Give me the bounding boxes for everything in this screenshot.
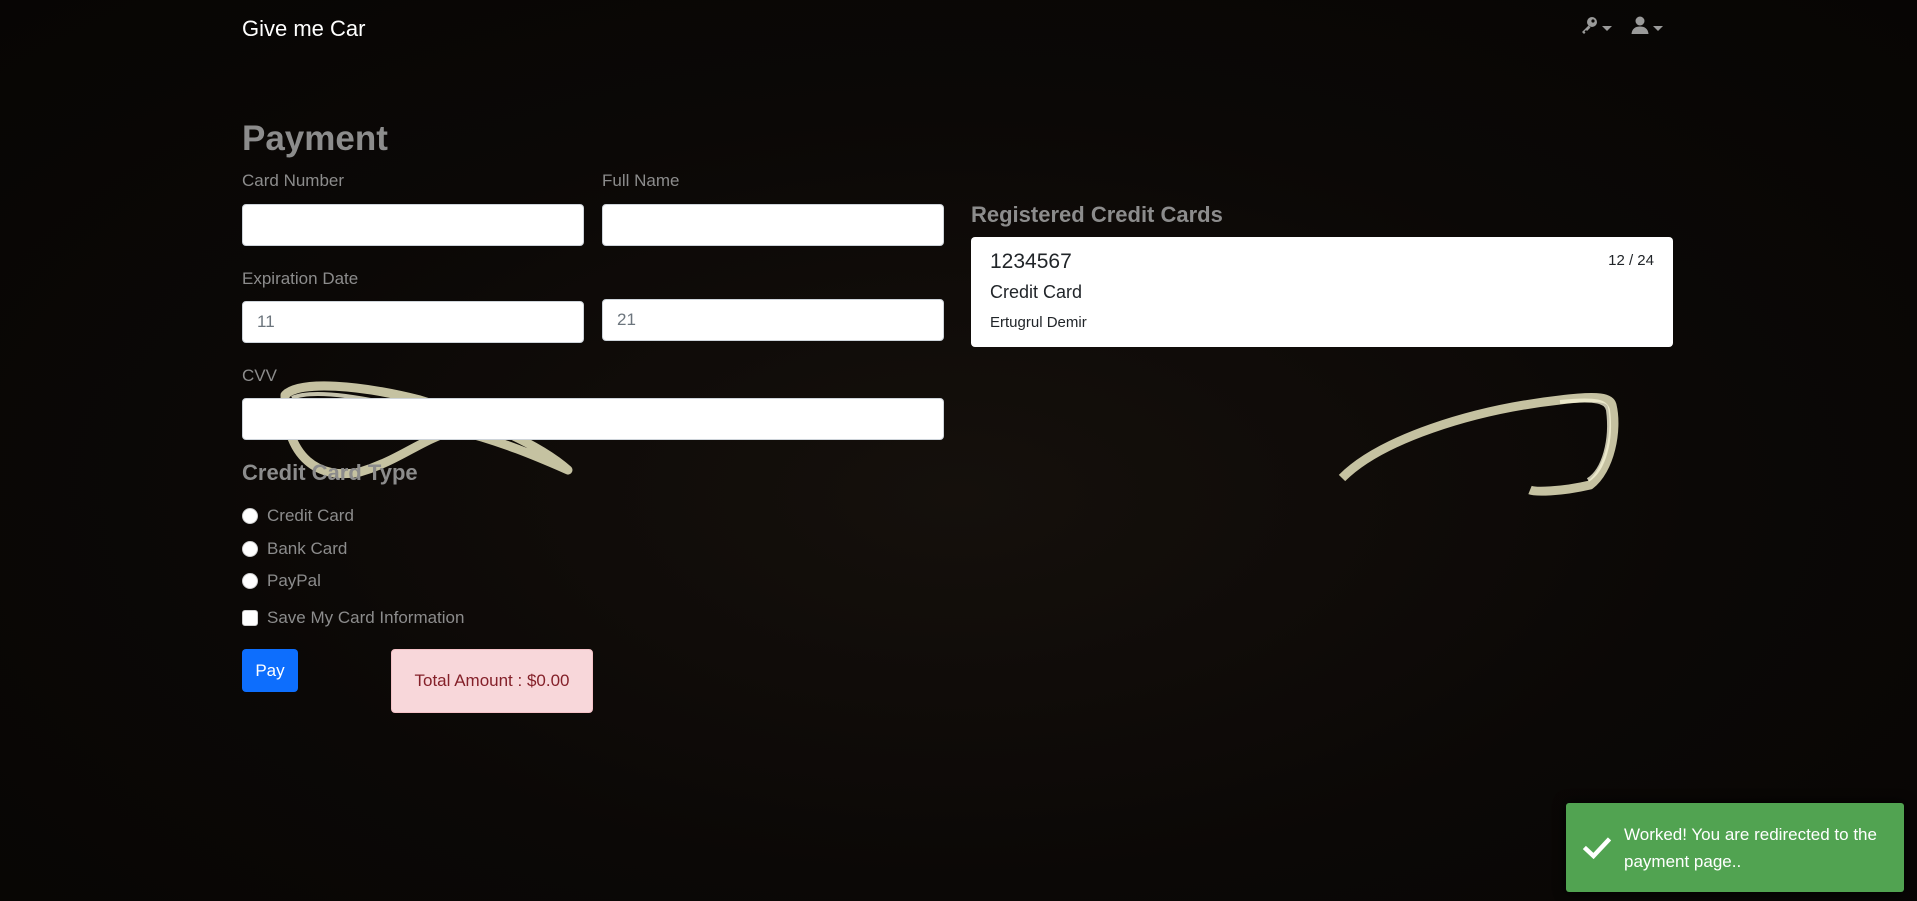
full-name-input[interactable]	[602, 204, 944, 246]
radio-label: PayPal	[267, 571, 321, 590]
save-card-option[interactable]: Save My Card Information	[242, 607, 464, 629]
radio-option-paypal[interactable]: PayPal	[242, 570, 321, 592]
card-holder-name: Ertugrul Demir	[990, 314, 1087, 331]
expiration-date-label: Expiration Date	[242, 269, 359, 288]
card-number-label: Card Number	[242, 171, 345, 190]
total-amount-alert: Total Amount : $0.00	[391, 649, 593, 713]
success-toast[interactable]: Worked! You are redirected to the paymen…	[1566, 803, 1904, 892]
page-root: Give me Car Payment Card Number Full Nam…	[0, 0, 1917, 901]
key-menu-toggle[interactable]	[1579, 14, 1612, 40]
card-type-title: Credit Card Type	[242, 460, 418, 485]
radio-label: Bank Card	[267, 539, 348, 558]
cvv-label: CVV	[242, 366, 277, 385]
page-title: Payment	[242, 119, 388, 158]
chevron-down-icon	[1653, 25, 1663, 31]
credit-card-radio[interactable]	[242, 508, 258, 524]
expiration-month-input[interactable]	[242, 301, 584, 343]
cvv-input[interactable]	[242, 398, 944, 440]
full-name-label: Full Name	[602, 171, 680, 190]
card-number: 1234567	[990, 250, 1072, 273]
navbar-brand[interactable]: Give me Car	[242, 14, 365, 44]
chevron-down-icon	[1602, 25, 1612, 31]
card-number-input[interactable]	[242, 204, 584, 246]
radio-label: Credit Card	[267, 506, 354, 525]
key-icon	[1579, 15, 1599, 40]
registered-cards-title: Registered Credit Cards	[971, 202, 1223, 227]
checkmark-icon	[1582, 834, 1612, 862]
total-amount-text: Total Amount : $0.00	[414, 671, 570, 690]
bank-card-radio[interactable]	[242, 541, 258, 557]
card-expiry: 12 / 24	[1608, 252, 1654, 269]
save-card-label: Save My Card Information	[267, 608, 465, 627]
paypal-radio[interactable]	[242, 573, 258, 589]
toast-message: Worked! You are redirected to the paymen…	[1624, 824, 1877, 871]
pay-button[interactable]: Pay	[242, 649, 298, 692]
card-type: Credit Card	[990, 282, 1083, 302]
save-card-checkbox[interactable]	[242, 610, 258, 626]
user-icon	[1630, 15, 1650, 40]
radio-option-bank-card[interactable]: Bank Card	[242, 538, 347, 560]
radio-option-credit-card[interactable]: Credit Card	[242, 505, 354, 527]
expiration-year-input[interactable]	[602, 299, 944, 341]
user-menu-toggle[interactable]	[1630, 14, 1663, 40]
registered-card-item[interactable]: 1234567 Credit Card Ertugrul Demir 12 / …	[971, 237, 1673, 347]
